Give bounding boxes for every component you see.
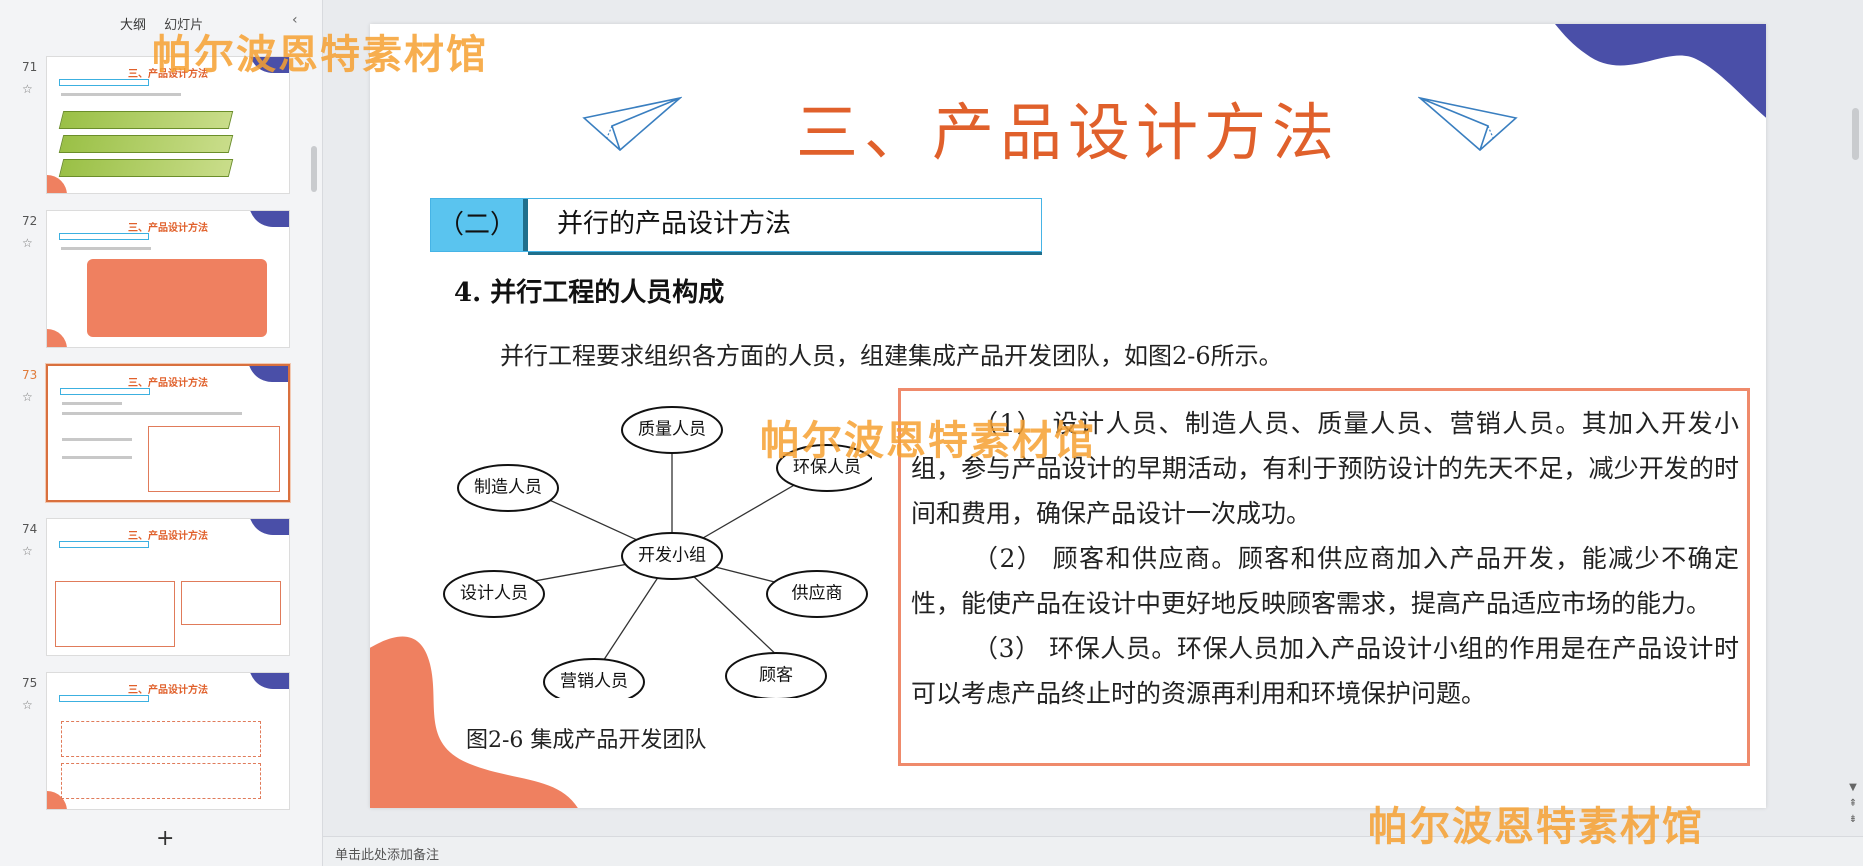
thumbnail-title: 三、产品设计方法 bbox=[128, 531, 208, 542]
tab-outline[interactable]: 大纲 bbox=[120, 18, 146, 33]
scroll-arrows[interactable]: ▼ ⇞ ⇟ bbox=[1847, 780, 1859, 828]
thumbnail-number: 75 bbox=[22, 676, 38, 690]
thumbnail-decoration bbox=[47, 329, 67, 347]
thumbnail-orange-box bbox=[87, 259, 267, 337]
section-subheader: （二） 并行的产品设计方法 bbox=[430, 198, 1042, 255]
diagram-node: 顾客 bbox=[759, 666, 793, 686]
diagram-node: 设计人员 bbox=[460, 584, 528, 604]
paragraph: （3） 环保人员。环保人员加入产品设计小组的作用是在产品设计时可以考虑产品终止时… bbox=[911, 634, 1739, 708]
thumbnail-text-box bbox=[148, 426, 280, 492]
star-icon[interactable]: ☆ bbox=[22, 82, 33, 96]
thumbnail-number: 72 bbox=[22, 214, 38, 228]
subheader-number: （二） bbox=[431, 199, 528, 251]
slide-title: 三、产品设计方法 bbox=[795, 96, 1340, 169]
star-icon[interactable]: ☆ bbox=[22, 236, 33, 250]
slide-thumbnail-75[interactable]: 三、产品设计方法 bbox=[46, 672, 290, 810]
thumbnail-text-line bbox=[62, 456, 132, 459]
thumbnail-green-bar bbox=[58, 135, 234, 153]
thumbnail-text-line bbox=[62, 438, 132, 441]
star-icon[interactable]: ☆ bbox=[22, 544, 33, 558]
thumbnail-subheader bbox=[60, 388, 150, 395]
thumbnail-text-box bbox=[55, 581, 175, 647]
thumbnail-subheader bbox=[59, 695, 149, 702]
diagram-node: 环保人员 bbox=[793, 458, 861, 478]
slide-panel: 大纲 幻灯片 ‹ 71 ☆ 三、产品设计方法 72 ☆ 三、产品设计方法 73 … bbox=[0, 0, 323, 866]
thumbnail-green-bar bbox=[58, 159, 234, 177]
slide-thumbnail-71[interactable]: 三、产品设计方法 bbox=[46, 56, 290, 194]
section-heading: 4. 并行工程的人员构成 bbox=[454, 278, 725, 308]
chevron-left-icon[interactable]: ‹ bbox=[292, 12, 298, 28]
subheader-underline bbox=[528, 252, 1042, 255]
diagram-node: 制造人员 bbox=[474, 478, 542, 498]
thumbnail-text-box bbox=[61, 721, 261, 757]
diagram-node: 营销人员 bbox=[560, 672, 628, 692]
plus-icon[interactable]: + bbox=[156, 826, 174, 851]
slide-thumbnail-72[interactable]: 三、产品设计方法 bbox=[46, 210, 290, 348]
diagram-node: 供应商 bbox=[792, 584, 843, 604]
slide-scrollbar[interactable] bbox=[1852, 108, 1859, 160]
thumbnail-title: 三、产品设计方法 bbox=[128, 223, 208, 234]
content-text-box: （1） 设计人员、制造人员、质量人员、营销人员。其加入开发小组，参与产品设计的早… bbox=[898, 388, 1750, 766]
thumbnail-green-bar bbox=[58, 111, 234, 129]
thumbnail-number: 71 bbox=[22, 60, 38, 74]
diagram-center-node: 开发小组 bbox=[638, 546, 706, 566]
slide-canvas[interactable]: 三、产品设计方法 （二） 并行的产品设计方法 4. 并行工程的人员构成 并行工程… bbox=[370, 24, 1766, 808]
thumbnail-title: 三、产品设计方法 bbox=[128, 69, 208, 80]
thumbnail-title: 三、产品设计方法 bbox=[128, 378, 208, 389]
star-icon[interactable]: ☆ bbox=[22, 390, 33, 404]
thumbnail-text-box bbox=[181, 581, 281, 625]
thumbnail-subheader bbox=[59, 233, 149, 240]
paragraph: （2） 顾客和供应商。顾客和供应商加入产品开发，能减少不确定性，能使产品在设计中… bbox=[911, 544, 1739, 618]
intro-text: 并行工程要求组织各方面的人员，组建集成产品开发团队，如图2-6所示。 bbox=[500, 342, 1283, 370]
panel-tabs: 大纲 幻灯片 bbox=[120, 14, 217, 33]
thumbnail-text-line bbox=[62, 412, 242, 415]
notes-placeholder: 单击此处添加备注 bbox=[335, 848, 440, 863]
thumbnail-text-line bbox=[61, 93, 181, 96]
thumbnail-title: 三、产品设计方法 bbox=[128, 685, 208, 696]
tab-slides[interactable]: 幻灯片 bbox=[164, 18, 203, 33]
star-icon[interactable]: ☆ bbox=[22, 698, 33, 712]
notes-bar[interactable]: 单击此处添加备注 bbox=[323, 836, 1863, 866]
diagram-node: 质量人员 bbox=[638, 420, 706, 440]
subheader-text: 并行的产品设计方法 bbox=[557, 209, 792, 239]
team-diagram: 开发小组 质量人员 环保人员 供应商 顾客 营销人员 设计人员 制造人员 bbox=[443, 406, 872, 698]
thumbnail-text-line bbox=[61, 247, 151, 250]
panel-scrollbar[interactable] bbox=[311, 146, 317, 192]
slide-thumbnail-74[interactable]: 三、产品设计方法 bbox=[46, 518, 290, 656]
slide-thumbnail-73[interactable]: 三、产品设计方法 bbox=[46, 364, 290, 502]
paragraph: （1） 设计人员、制造人员、质量人员、营销人员。其加入开发小组，参与产品设计的早… bbox=[911, 409, 1739, 528]
thumbnail-subheader bbox=[59, 541, 149, 548]
thumbnail-text-line bbox=[62, 402, 122, 405]
thumbnail-number: 73 bbox=[22, 368, 38, 382]
thumbnail-number: 74 bbox=[22, 522, 38, 536]
thumbnail-decoration bbox=[47, 175, 67, 193]
thumbnail-text-box bbox=[61, 763, 261, 799]
thumbnail-subheader bbox=[59, 79, 149, 86]
figure-caption: 图2-6 集成产品开发团队 bbox=[466, 728, 707, 753]
